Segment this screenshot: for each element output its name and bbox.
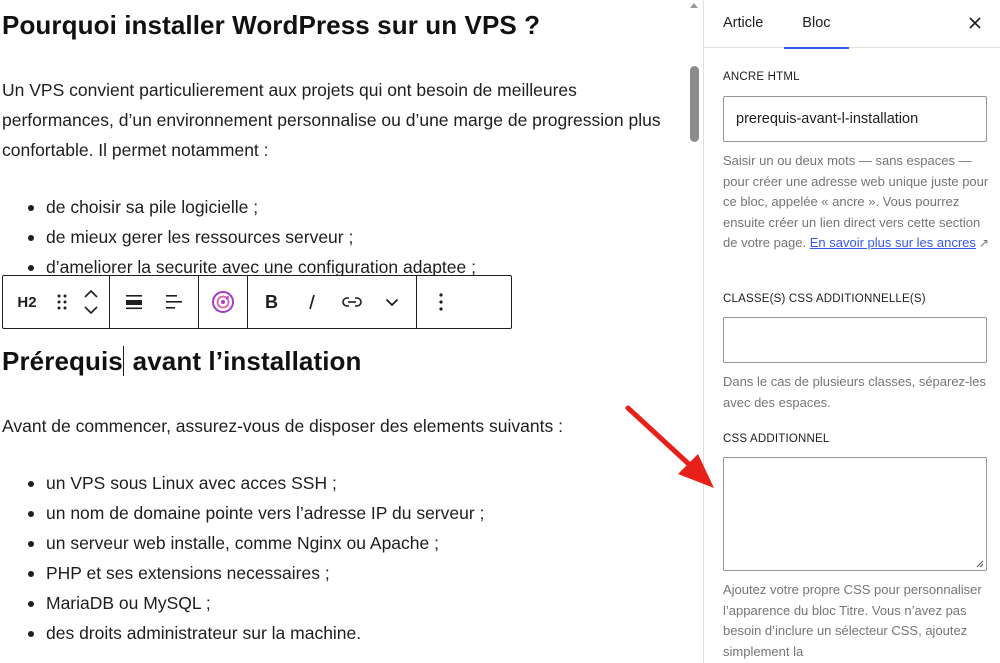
scroll-thumb[interactable]	[690, 66, 699, 142]
list-item[interactable]: PHP et ses extensions necessaires ;	[26, 558, 484, 588]
html-anchor-label: ANCRE HTML	[723, 71, 800, 83]
bold-icon[interactable]: B	[252, 280, 292, 324]
additional-css-textarea[interactable]	[723, 457, 987, 571]
chevron-down-icon[interactable]	[84, 306, 98, 315]
alignment-group	[110, 276, 199, 328]
ai-assistant-icon[interactable]	[203, 280, 243, 324]
learn-more-anchors-link[interactable]: En savoir plus sur les ancres	[810, 235, 976, 250]
list-item[interactable]: de mieux gerer les ressources serveur ;	[26, 222, 476, 252]
additional-css-label: CSS ADDITIONNEL	[723, 433, 830, 445]
list-item[interactable]: un serveur web installe, comme Nginx ou …	[26, 528, 484, 558]
chevron-up-icon[interactable]	[84, 289, 98, 298]
block-type-group: H2	[3, 276, 110, 328]
external-link-icon: ↗	[978, 236, 989, 250]
block-type-label: H2	[17, 293, 37, 311]
block-mover	[77, 280, 105, 324]
heading-text-before-caret: Prérequis	[2, 346, 123, 376]
settings-sidebar: Article Bloc ANCRE HTML prerequis-avant-…	[703, 0, 1000, 663]
list-item[interactable]: un nom de domaine pointe vers l’adresse …	[26, 498, 484, 528]
resize-handle-icon[interactable]	[976, 560, 984, 568]
italic-icon[interactable]	[292, 280, 332, 324]
css-classes-input[interactable]	[723, 317, 987, 363]
close-icon[interactable]	[964, 12, 986, 34]
paragraph-block[interactable]: Avant de commencer, assurez-vous de disp…	[2, 411, 563, 441]
sidebar-tabs: Article Bloc	[704, 0, 1000, 49]
ai-group	[199, 276, 248, 328]
list-item[interactable]: de choisir sa pile logicielle ;	[26, 192, 476, 222]
text-align-icon[interactable]	[154, 280, 194, 324]
align-icon[interactable]	[114, 280, 154, 324]
tab-bloc[interactable]: Bloc	[784, 0, 849, 49]
list-item[interactable]: des droits administrateur sur la machine…	[26, 618, 484, 648]
heading-text-after-caret: avant l’installation	[125, 346, 362, 376]
css-classes-label: CLASSE(S) CSS ADDITIONNELLE(S)	[723, 293, 926, 305]
block-type-button[interactable]: H2	[7, 280, 47, 324]
link-icon[interactable]	[332, 280, 372, 324]
html-anchor-input[interactable]: prerequis-avant-l-installation	[723, 96, 987, 142]
editor-canvas[interactable]: Pourquoi installer WordPress sur un VPS …	[0, 0, 703, 663]
options-group	[417, 276, 465, 328]
paragraph-block[interactable]: Un VPS convient particulierement aux pro…	[2, 75, 692, 165]
heading-block[interactable]: Pourquoi installer WordPress sur un VPS …	[2, 8, 540, 42]
scroll-up-arrow-icon[interactable]	[690, 3, 698, 8]
options-icon[interactable]	[421, 280, 461, 324]
more-chevron-icon[interactable]	[372, 280, 412, 324]
css-classes-help: Dans le cas de plusieurs classes, sépare…	[723, 374, 987, 410]
block-toolbar: H2 B	[2, 275, 512, 329]
list-block[interactable]: un VPS sous Linux avec acces SSH ; un no…	[26, 468, 484, 648]
list-block[interactable]: de choisir sa pile logicielle ; de mieux…	[26, 192, 476, 282]
svg-text:B: B	[265, 293, 278, 311]
drag-handle-icon[interactable]	[47, 280, 77, 324]
additional-css-help: Ajoutez votre propre CSS pour personnali…	[723, 582, 982, 659]
list-item[interactable]: un VPS sous Linux avec acces SSH ;	[26, 468, 484, 498]
list-item[interactable]: MariaDB ou MySQL ;	[26, 588, 484, 618]
format-group: B	[248, 276, 417, 328]
tab-article[interactable]: Article	[704, 0, 781, 48]
html-anchor-help: Saisir un ou deux mots — sans espaces — …	[723, 151, 989, 254]
selected-heading-block[interactable]: Prérequis avant l’installation	[2, 344, 362, 378]
editor-scrollbar[interactable]	[685, 0, 703, 663]
